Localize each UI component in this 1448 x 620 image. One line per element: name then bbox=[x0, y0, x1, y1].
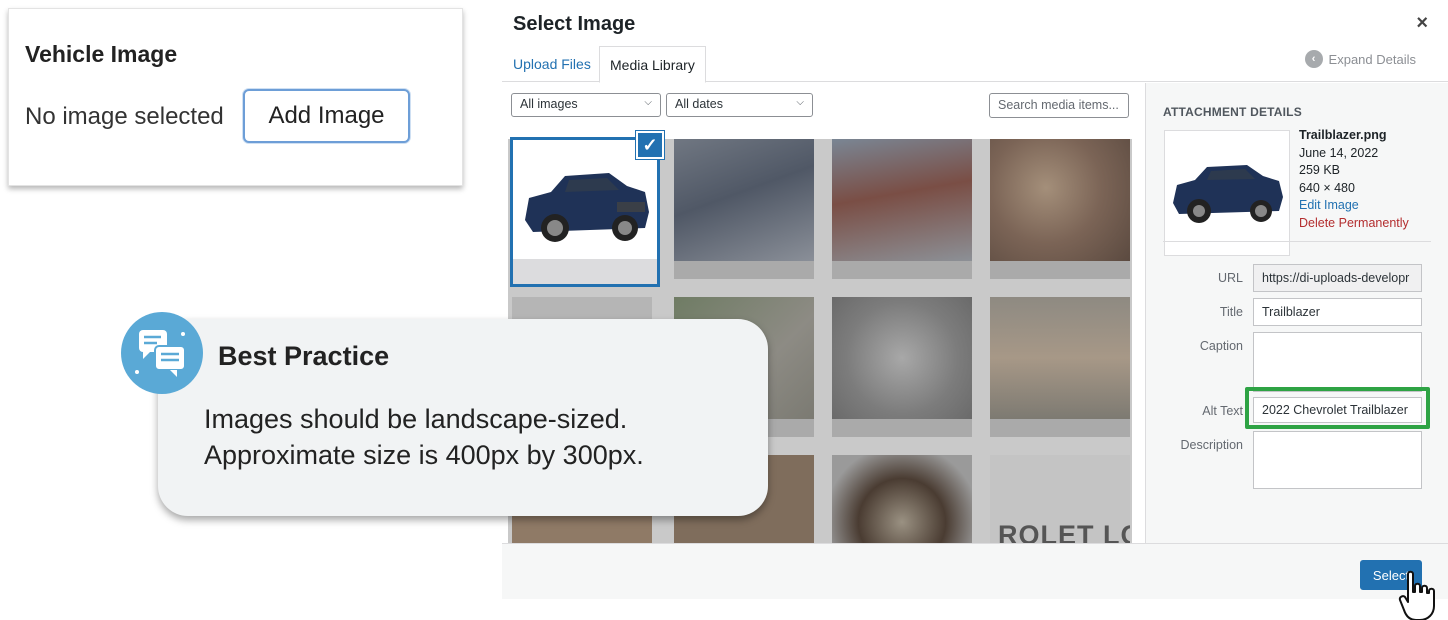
callout-line-2: Approximate size is 400px by 300px. bbox=[204, 440, 644, 470]
title-label: Title bbox=[1219, 305, 1243, 319]
best-practice-callout: Best Practice Images should be landscape… bbox=[158, 319, 768, 516]
caption-field[interactable] bbox=[1253, 332, 1422, 392]
type-filter-value: All images bbox=[520, 97, 578, 111]
expand-details-label: Expand Details bbox=[1328, 51, 1416, 67]
media-item[interactable]: ROLET LOGO bbox=[990, 455, 1130, 545]
chevron-down-icon: ⌵ bbox=[644, 97, 652, 108]
media-item[interactable] bbox=[832, 297, 972, 437]
vehicle-image-title: Vehicle Image bbox=[25, 41, 178, 67]
title-field[interactable]: Trailblazer bbox=[1253, 298, 1422, 326]
no-image-status: No image selected bbox=[25, 103, 224, 130]
selected-item-footer bbox=[513, 259, 657, 284]
attachment-filename: Trailblazer.png bbox=[1299, 128, 1387, 142]
tab-media-library[interactable]: Media Library bbox=[599, 46, 706, 83]
attachment-meta: Trailblazer.png June 14, 2022 259 KB 640… bbox=[1299, 127, 1409, 232]
callout-body: Images should be landscape-sized. Approx… bbox=[204, 401, 644, 473]
attachment-date: June 14, 2022 bbox=[1299, 145, 1379, 160]
media-item[interactable] bbox=[832, 455, 972, 545]
delete-permanently-link[interactable]: Delete Permanently bbox=[1299, 215, 1409, 233]
vehicle-image-card: Vehicle Image No image selected Add Imag… bbox=[8, 8, 463, 186]
tab-upload-files[interactable]: Upload Files bbox=[503, 46, 601, 82]
search-media-input[interactable]: Search media items... bbox=[989, 93, 1129, 118]
attachment-details-panel: ATTACHMENT DETAILS Trailblazer.png June … bbox=[1145, 83, 1448, 543]
attachment-dimensions: 640 × 480 bbox=[1299, 180, 1355, 195]
add-image-button[interactable]: Add Image bbox=[243, 89, 410, 143]
url-label: URL bbox=[1217, 271, 1243, 285]
chevron-down-icon: ⌵ bbox=[796, 97, 804, 108]
attachment-preview bbox=[1164, 130, 1290, 256]
attachment-size: 259 KB bbox=[1299, 163, 1341, 177]
type-filter-select[interactable]: All images ⌵ bbox=[511, 93, 661, 117]
description-label: Description bbox=[1180, 438, 1243, 452]
chevron-left-icon: ‹ bbox=[1304, 50, 1323, 68]
selected-media-item[interactable] bbox=[510, 137, 660, 287]
chat-bubbles-icon bbox=[121, 312, 203, 394]
date-filter-select[interactable]: All dates ⌵ bbox=[666, 93, 813, 117]
description-field[interactable] bbox=[1253, 431, 1422, 489]
expand-details-button[interactable]: ‹ Expand Details bbox=[1304, 50, 1416, 68]
date-filter-value: All dates bbox=[675, 97, 723, 111]
alt-text-highlight bbox=[1245, 387, 1430, 429]
modal-footer: Select bbox=[502, 543, 1448, 620]
callout-title: Best Practice bbox=[218, 341, 390, 371]
caption-label: Caption bbox=[1199, 339, 1243, 353]
alt-text-label: Alt Text bbox=[1202, 404, 1243, 418]
car-preview-image bbox=[1173, 165, 1283, 223]
modal-title: Select Image bbox=[513, 13, 636, 35]
edit-image-link[interactable]: Edit Image bbox=[1299, 197, 1409, 215]
checkmark-icon[interactable]: ✓ bbox=[636, 131, 664, 159]
url-field[interactable]: https://di-uploads-developr bbox=[1253, 264, 1422, 292]
divider bbox=[1163, 241, 1431, 242]
hand-cursor-icon bbox=[1398, 570, 1435, 620]
media-item[interactable] bbox=[832, 139, 972, 279]
attachment-details-heading: ATTACHMENT DETAILS bbox=[1163, 105, 1302, 119]
media-modal: Select Image × Upload Files Media Librar… bbox=[502, 0, 1448, 620]
close-icon[interactable]: × bbox=[1416, 12, 1428, 35]
media-item[interactable] bbox=[990, 139, 1130, 279]
logo-thumbnail-text: ROLET LOGO bbox=[998, 520, 1130, 545]
media-item[interactable] bbox=[990, 297, 1130, 437]
media-item[interactable] bbox=[674, 139, 814, 279]
callout-line-1: Images should be landscape-sized. bbox=[204, 404, 628, 434]
